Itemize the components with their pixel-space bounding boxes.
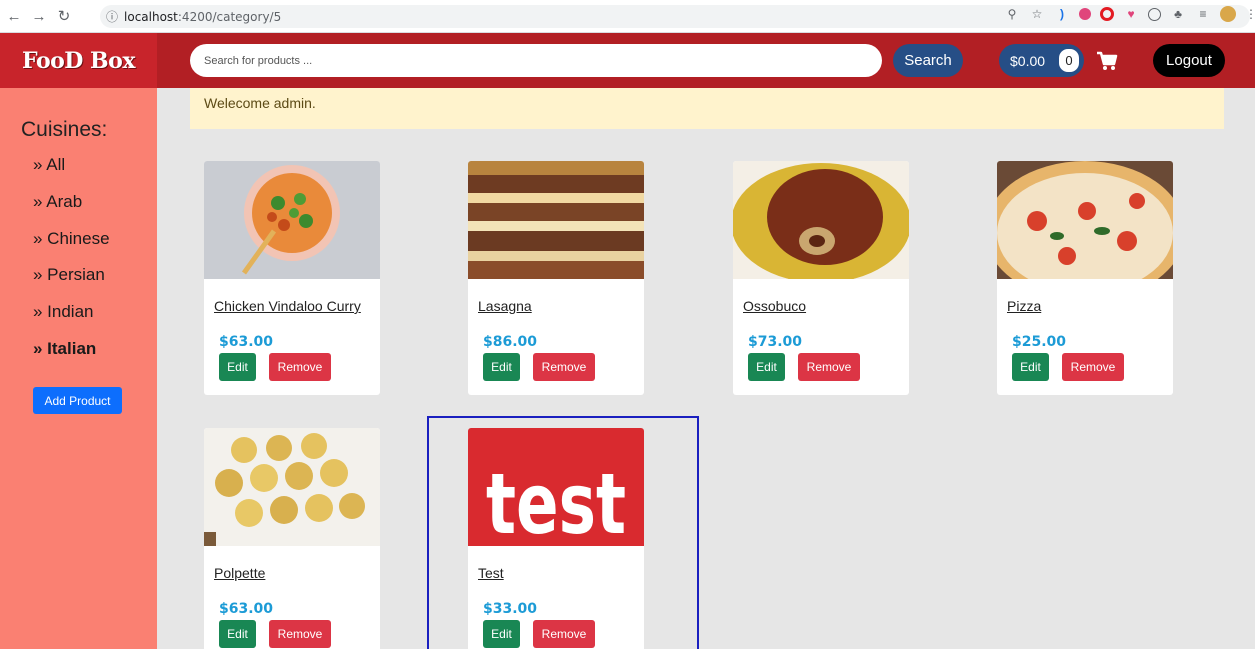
remove-button[interactable]: Remove bbox=[533, 620, 595, 648]
product-card: Polpette $63.00 Edit Remove bbox=[204, 428, 380, 649]
remove-button[interactable]: Remove bbox=[269, 620, 331, 648]
remove-button[interactable]: Remove bbox=[1062, 353, 1124, 381]
back-arrow-icon[interactable]: ← bbox=[3, 5, 25, 27]
brand-text: FooD Box bbox=[22, 47, 135, 74]
profile-avatar-icon[interactable] bbox=[1220, 6, 1236, 22]
extensions-puzzle-icon[interactable]: ♣ bbox=[1170, 6, 1186, 22]
product-name-link[interactable]: Polpette bbox=[214, 565, 265, 581]
app-navbar: FooD Box Search $0.00 0 Logout bbox=[0, 33, 1255, 88]
reading-list-icon[interactable]: ≡ bbox=[1195, 6, 1211, 22]
product-name-link[interactable]: Ossobuco bbox=[743, 298, 806, 314]
sidebar-item-italian[interactable]: » Italian bbox=[33, 339, 96, 359]
edit-button[interactable]: Edit bbox=[219, 353, 256, 381]
product-card: Lasagna $86.00 Edit Remove bbox=[468, 161, 644, 395]
brand-logo[interactable]: FooD Box bbox=[0, 33, 157, 88]
cart-total: $0.00 bbox=[1010, 52, 1046, 69]
product-price: $63.00 bbox=[219, 334, 274, 350]
sidebar-item-indian[interactable]: » Indian bbox=[33, 302, 94, 322]
product-image[interactable] bbox=[204, 428, 380, 546]
cart-count-badge: 0 bbox=[1059, 49, 1079, 72]
sidebar-item-persian[interactable]: » Persian bbox=[33, 265, 105, 285]
product-price: $86.00 bbox=[483, 334, 538, 350]
url-host: localhost bbox=[124, 9, 178, 24]
product-image[interactable] bbox=[997, 161, 1173, 279]
extension-shield-icon[interactable] bbox=[1079, 8, 1091, 20]
product-image-text: test bbox=[486, 455, 626, 546]
product-card: test Test $33.00 Edit Remove bbox=[468, 428, 644, 649]
forward-arrow-icon[interactable]: → bbox=[28, 5, 50, 27]
edit-button[interactable]: Edit bbox=[748, 353, 785, 381]
welcome-alert: Welecome admin. bbox=[190, 88, 1224, 129]
product-price: $25.00 bbox=[1012, 334, 1067, 350]
logout-button[interactable]: Logout bbox=[1153, 44, 1225, 77]
sidebar-item-all[interactable]: » All bbox=[33, 155, 65, 175]
remove-button[interactable]: Remove bbox=[798, 353, 860, 381]
edit-button[interactable]: Edit bbox=[483, 353, 520, 381]
product-name-link[interactable]: Chicken Vindaloo Curry bbox=[214, 298, 361, 314]
reload-icon[interactable]: ↻ bbox=[53, 5, 75, 27]
extension-opera-icon[interactable] bbox=[1100, 7, 1114, 21]
menu-dots-icon[interactable]: ⋮ bbox=[1245, 6, 1255, 22]
product-image[interactable] bbox=[733, 161, 909, 279]
product-price: $33.00 bbox=[483, 601, 538, 617]
sidebar-item-arab[interactable]: » Arab bbox=[33, 192, 82, 212]
product-name-link[interactable]: Pizza bbox=[1007, 298, 1041, 314]
product-price: $73.00 bbox=[748, 334, 803, 350]
bookmark-star-icon[interactable]: ☆ bbox=[1029, 6, 1045, 22]
remove-button[interactable]: Remove bbox=[533, 353, 595, 381]
product-image[interactable] bbox=[204, 161, 380, 279]
shopping-cart-icon[interactable] bbox=[1096, 51, 1118, 71]
info-icon[interactable]: ⓘ bbox=[106, 8, 118, 25]
extension-circle-icon[interactable] bbox=[1148, 7, 1161, 21]
add-product-button[interactable]: Add Product bbox=[33, 387, 122, 414]
edit-button[interactable]: Edit bbox=[483, 620, 520, 648]
browser-toolbar: ← → ↻ ⓘ localhost:4200/category/5 ⚲ ☆ ) … bbox=[0, 0, 1255, 33]
product-card: Ossobuco $73.00 Edit Remove bbox=[733, 161, 909, 395]
extension-heart-icon[interactable]: ♥ bbox=[1123, 6, 1139, 22]
product-price: $63.00 bbox=[219, 601, 274, 617]
product-name-link[interactable]: Lasagna bbox=[478, 298, 532, 314]
edit-button[interactable]: Edit bbox=[1012, 353, 1049, 381]
search-input[interactable] bbox=[190, 44, 882, 77]
edit-button[interactable]: Edit bbox=[219, 620, 256, 648]
remove-button[interactable]: Remove bbox=[269, 353, 331, 381]
product-image[interactable] bbox=[468, 161, 644, 279]
cuisine-sidebar: Cuisines: » All » Arab » Chinese » Persi… bbox=[0, 88, 157, 649]
sidebar-title: Cuisines: bbox=[21, 118, 108, 141]
zoom-icon[interactable]: ⚲ bbox=[1004, 6, 1020, 22]
sidebar-item-chinese[interactable]: » Chinese bbox=[33, 229, 110, 249]
url-path: :4200/category/5 bbox=[177, 9, 282, 24]
product-image[interactable]: test bbox=[468, 428, 644, 546]
product-card: Pizza $25.00 Edit Remove bbox=[997, 161, 1173, 395]
extension-sound-icon[interactable]: ) bbox=[1054, 6, 1070, 22]
product-card: Chicken Vindaloo Curry $63.00 Edit Remov… bbox=[204, 161, 380, 395]
cart-summary[interactable]: $0.00 0 bbox=[999, 44, 1084, 77]
search-button[interactable]: Search bbox=[893, 44, 963, 77]
product-name-link[interactable]: Test bbox=[478, 565, 504, 581]
